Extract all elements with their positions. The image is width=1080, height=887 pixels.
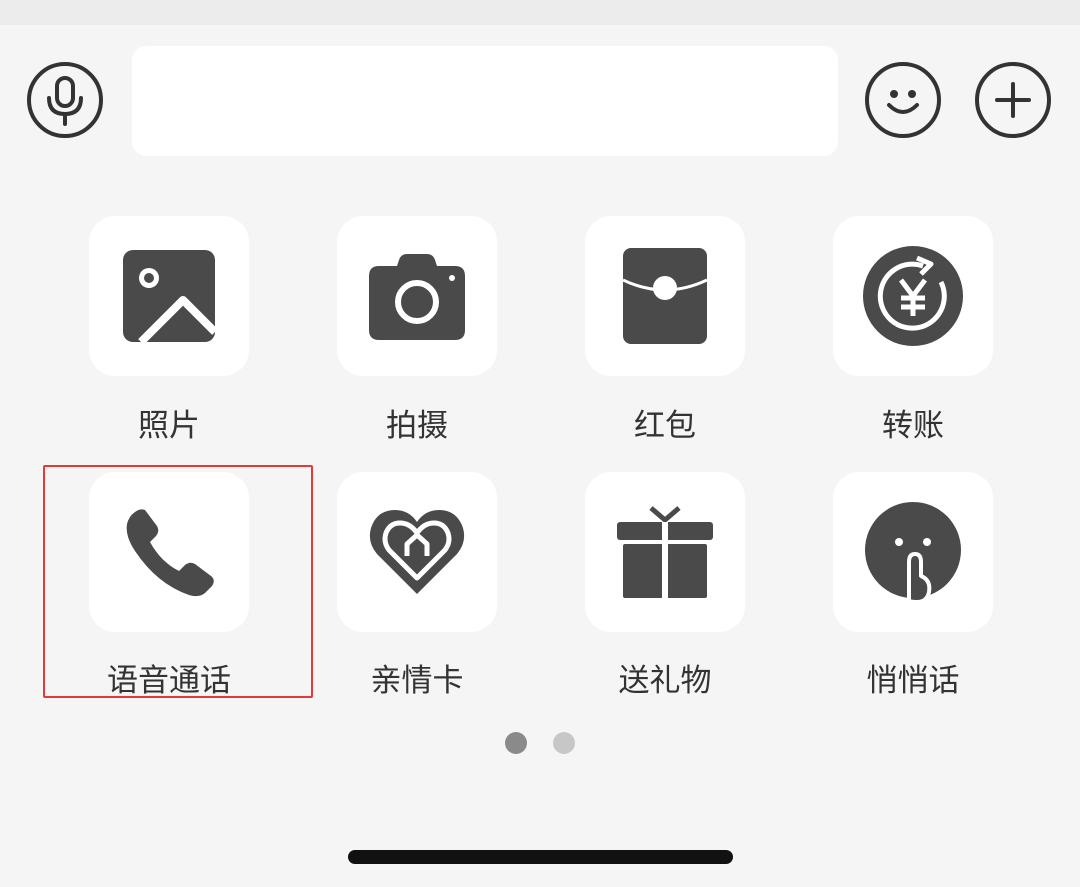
page-indicator-dot-active[interactable]: [505, 732, 527, 754]
tile-box[interactable]: [585, 216, 745, 376]
panel-item-photo[interactable]: 照片: [89, 216, 249, 466]
home-indicator[interactable]: [348, 850, 733, 864]
panel-item-transfer[interactable]: 转账: [833, 216, 993, 466]
panel-item-voice-call[interactable]: 语音通话: [89, 472, 249, 722]
microphone-icon: [47, 76, 83, 126]
family-card-icon: [369, 510, 465, 594]
tile-box[interactable]: [337, 216, 497, 376]
panel-item-red-packet[interactable]: 红包: [585, 216, 745, 466]
panel-item-label: 转账: [882, 408, 944, 444]
panel-item-label: 亲情卡: [370, 663, 464, 699]
panel-item-label: 照片: [138, 408, 200, 444]
tile-box[interactable]: [89, 472, 249, 632]
panel-item-label: 语音通话: [107, 663, 231, 699]
panel-item-label: 拍摄: [386, 408, 448, 444]
voice-button[interactable]: [27, 62, 103, 138]
tile-box[interactable]: [585, 472, 745, 632]
more-button[interactable]: [975, 62, 1051, 138]
photo-icon: [123, 250, 215, 342]
red-packet-icon: [623, 248, 707, 344]
plus-icon: [995, 82, 1031, 118]
phone-icon: [126, 509, 214, 597]
panel-item-family-card[interactable]: 亲情卡: [337, 472, 497, 722]
message-input[interactable]: [132, 46, 838, 156]
top-strip: [0, 0, 1080, 25]
emoji-button[interactable]: [865, 62, 941, 138]
panel-item-gift[interactable]: 送礼物: [585, 472, 745, 722]
panel-item-camera[interactable]: 拍摄: [337, 216, 497, 466]
smiley-icon: [887, 90, 919, 114]
whisper-icon: [865, 502, 961, 604]
gift-icon: [617, 506, 713, 598]
tile-box[interactable]: [833, 472, 993, 632]
transfer-icon: [863, 246, 963, 346]
panel-item-whisper[interactable]: 悄悄话: [833, 472, 993, 722]
panel-item-label: 送礼物: [618, 663, 712, 699]
panel-item-label: 悄悄话: [866, 663, 960, 699]
panel-item-label: 红包: [634, 408, 696, 444]
tile-box[interactable]: [833, 216, 993, 376]
camera-icon: [369, 254, 465, 340]
page-indicator-dot[interactable]: [553, 732, 575, 754]
tile-box[interactable]: [337, 472, 497, 632]
tile-box[interactable]: [89, 216, 249, 376]
